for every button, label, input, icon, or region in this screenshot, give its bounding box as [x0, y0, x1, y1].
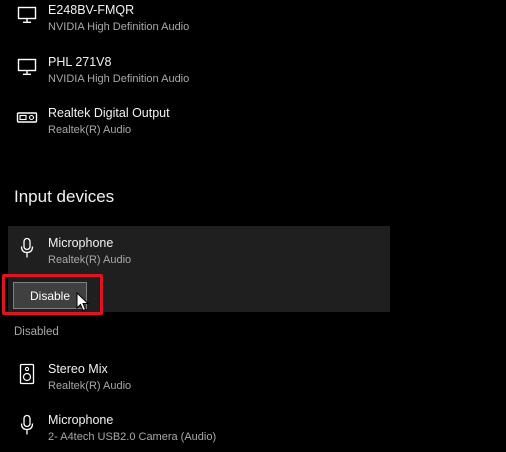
output-device-phl271v8[interactable]: PHL 271V8 NVIDIA High Definition Audio — [14, 54, 394, 94]
device-name: Realtek Digital Output — [48, 106, 170, 120]
device-driver: Realtek(R) Audio — [48, 380, 132, 392]
disabled-device-stereo-mix[interactable]: Stereo Mix Realtek(R) Audio — [14, 361, 394, 401]
device-name: Microphone — [48, 236, 114, 250]
device-name: Microphone — [48, 413, 114, 427]
device-name: PHL 271V8 — [48, 55, 112, 69]
device-driver: NVIDIA High Definition Audio — [48, 21, 190, 33]
device-name: E248BV-FMQR — [48, 3, 135, 17]
device-driver: Realtek(R) Audio — [48, 254, 132, 266]
speaker-icon — [14, 361, 40, 387]
device-name: Stereo Mix — [48, 362, 108, 376]
device-driver: 2- A4tech USB2.0 Camera (Audio) — [48, 431, 217, 443]
device-driver: NVIDIA High Definition Audio — [48, 73, 190, 85]
microphone-icon — [14, 412, 40, 438]
microphone-icon — [14, 235, 40, 261]
device-driver: Realtek(R) Audio — [48, 124, 132, 136]
disabled-section-label: Disabled — [14, 326, 59, 338]
monitor-icon — [14, 2, 40, 28]
disabled-device-camera-microphone[interactable]: Microphone 2- A4tech USB2.0 Camera (Audi… — [14, 412, 394, 452]
input-device-microphone[interactable]: Microphone Realtek(R) Audio — [14, 235, 394, 275]
digital-output-icon — [14, 105, 40, 131]
mouse-cursor-icon — [76, 292, 90, 312]
output-device-realtek-digital[interactable]: Realtek Digital Output Realtek(R) Audio — [14, 105, 394, 145]
monitor-icon — [14, 54, 40, 80]
output-device-e248bv[interactable]: E248BV-FMQR NVIDIA High Definition Audio — [14, 2, 394, 42]
input-devices-heading: Input devices — [14, 187, 115, 206]
